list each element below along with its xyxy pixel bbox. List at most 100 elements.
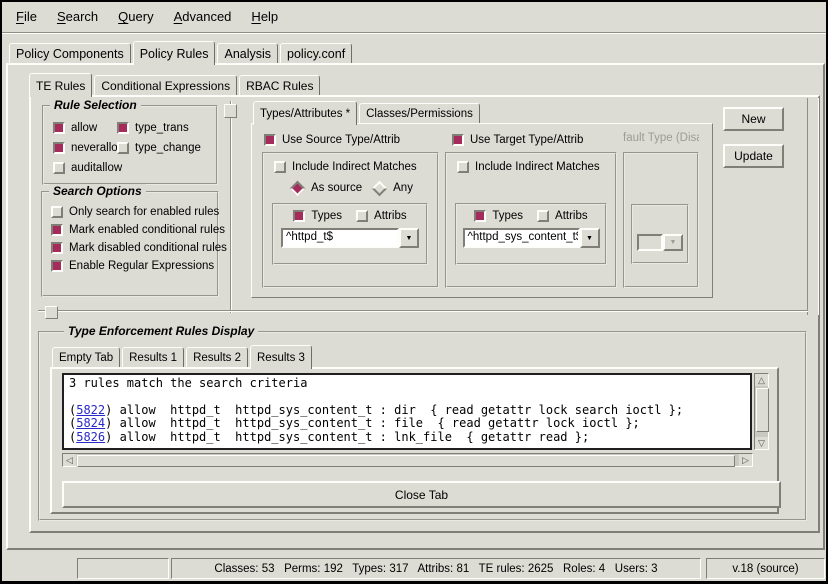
- scroll-up-button[interactable]: △: [755, 374, 768, 386]
- target-type-combobox[interactable]: ^httpd_sys_content_t$ ▼: [463, 228, 600, 248]
- radio-label: Any: [393, 182, 413, 194]
- tab-types-attributes[interactable]: Types/Attributes *: [253, 101, 357, 125]
- tab-policy-conf[interactable]: policy.conf: [280, 43, 352, 63]
- checkbox-indicator: [53, 122, 65, 134]
- checkbox-label: type_trans: [135, 122, 189, 134]
- radio-as-source[interactable]: As source: [290, 182, 362, 194]
- checkbox-label: auditallow: [71, 162, 122, 174]
- radio-any[interactable]: Any: [372, 182, 413, 194]
- pane-sash-horizontal-handle[interactable]: [45, 306, 58, 319]
- radio-label: As source: [311, 182, 362, 194]
- source-panel: Include Indirect Matches As source Any: [262, 152, 439, 288]
- update-button[interactable]: Update: [723, 144, 784, 168]
- scroll-right-button[interactable]: ▷: [739, 454, 752, 466]
- checkbox-label: Types: [311, 210, 342, 222]
- tab-policy-rules[interactable]: Policy Rules: [133, 41, 216, 65]
- rule-id-link[interactable]: 5822: [76, 403, 105, 417]
- tab-label: Classes/Permissions: [366, 108, 473, 120]
- rule-selection-group: Rule Selection allow neverallow auditall…: [42, 105, 218, 185]
- checkbox-enable-regex[interactable]: Enable Regular Expressions: [51, 260, 217, 272]
- checkbox-indicator: [51, 224, 63, 236]
- scroll-left-button[interactable]: ◁: [63, 454, 76, 466]
- checkbox-type-change[interactable]: type_change: [117, 142, 214, 154]
- checkbox-indicator: [117, 142, 129, 154]
- tab-results-2[interactable]: Results 2: [186, 347, 248, 367]
- rule-id-link[interactable]: 5826: [76, 430, 105, 444]
- result-rule-row: (5826) allow httpd_t httpd_sys_content_t…: [69, 431, 745, 445]
- combobox-arrow-button[interactable]: ▼: [399, 228, 419, 248]
- results-vertical-scrollbar[interactable]: △ ▽: [754, 373, 769, 450]
- combobox-value[interactable]: ^httpd_sys_content_t$: [463, 228, 580, 248]
- tab-rbac-rules[interactable]: RBAC Rules: [239, 75, 320, 95]
- checkbox-allow[interactable]: allow: [53, 122, 117, 134]
- tab-label: Empty Tab: [59, 352, 113, 364]
- rule-id-link[interactable]: 5824: [76, 416, 105, 430]
- tab-classes-permissions[interactable]: Classes/Permissions: [359, 103, 480, 123]
- results-textarea[interactable]: 3 rules match the search criteria (5822)…: [62, 373, 752, 450]
- checkbox-label: Mark enabled conditional rules: [69, 224, 225, 236]
- tab-conditional-expressions[interactable]: Conditional Expressions: [94, 75, 237, 95]
- tab-empty-tab[interactable]: Empty Tab: [52, 347, 120, 367]
- checkbox-label: Attribs: [555, 210, 588, 222]
- menu-help[interactable]: Help: [241, 5, 288, 28]
- tab-results-3[interactable]: Results 3: [250, 345, 312, 369]
- checkbox-indicator: [457, 161, 469, 173]
- menubar-separator: [2, 32, 826, 34]
- combobox-value[interactable]: ^httpd_t$: [281, 228, 399, 248]
- menu-advanced[interactable]: Advanced: [164, 5, 242, 28]
- pane-sash-horizontal: [38, 310, 808, 312]
- checkbox-use-target-type[interactable]: Use Target Type/Attrib: [452, 134, 583, 146]
- checkbox-label: allow: [71, 122, 97, 134]
- chevron-down-icon: ▼: [670, 239, 677, 246]
- checkbox-indicator: [474, 210, 486, 222]
- tab-label: Policy Components: [16, 47, 124, 61]
- tab-label: Analysis: [224, 47, 271, 61]
- tab-policy-components[interactable]: Policy Components: [9, 43, 131, 63]
- scroll-down-button[interactable]: ▽: [755, 437, 768, 449]
- scrollbar-thumb[interactable]: [77, 455, 735, 467]
- tab-te-rules[interactable]: TE Rules: [29, 73, 92, 97]
- results-horizontal-scrollbar[interactable]: ◁ ▷: [62, 453, 753, 467]
- combobox-arrow-button[interactable]: ▼: [580, 228, 600, 248]
- tab-analysis[interactable]: Analysis: [217, 43, 278, 63]
- scroll-up-icon: △: [758, 375, 765, 386]
- source-type-combobox[interactable]: ^httpd_t$ ▼: [281, 228, 419, 248]
- checkbox-source-indirect[interactable]: Include Indirect Matches: [274, 161, 417, 173]
- checkbox-source-types[interactable]: Types: [293, 210, 342, 222]
- checkbox-mark-enabled-conditional[interactable]: Mark enabled conditional rules: [51, 224, 217, 236]
- tab-results-1[interactable]: Results 1: [122, 347, 184, 367]
- target-types-panel: Types Attribs ^httpd_sys_content_t$ ▼: [455, 203, 607, 265]
- search-options-group: Search Options Only search for enabled r…: [41, 191, 219, 297]
- scroll-down-icon: ▽: [758, 438, 765, 449]
- pane-sash-vertical-handle[interactable]: [224, 104, 237, 118]
- checkbox-source-attribs[interactable]: Attribs: [356, 210, 407, 222]
- checkbox-target-attribs[interactable]: Attribs: [537, 210, 588, 222]
- checkbox-mark-disabled-conditional[interactable]: Mark disabled conditional rules: [51, 242, 217, 254]
- status-version: v.18 (source): [706, 558, 825, 579]
- scrollbar-thumb[interactable]: [756, 388, 769, 432]
- menu-file[interactable]: File: [6, 5, 47, 28]
- scroll-left-icon: ◁: [66, 455, 73, 466]
- default-type-label: fault Type (Disa: [623, 132, 699, 144]
- checkbox-type-trans[interactable]: type_trans: [117, 122, 214, 134]
- vertical-scroll-strip[interactable]: [807, 98, 819, 315]
- checkbox-use-source-type[interactable]: Use Source Type/Attrib: [264, 134, 400, 146]
- menu-query[interactable]: Query: [108, 5, 163, 28]
- menu-search[interactable]: Search: [47, 5, 108, 28]
- checkbox-only-enabled-rules[interactable]: Only search for enabled rules: [51, 206, 217, 218]
- pane-sash-vertical: [230, 101, 232, 313]
- checkbox-target-types[interactable]: Types: [474, 210, 523, 222]
- checkbox-neverallow[interactable]: neverallow: [53, 142, 117, 154]
- checkbox-indicator: [51, 260, 63, 272]
- status-left-box: [77, 558, 169, 579]
- result-rule-row: (5824) allow httpd_t httpd_sys_content_t…: [69, 417, 745, 431]
- new-button[interactable]: New: [723, 107, 784, 131]
- close-tab-button[interactable]: Close Tab: [62, 481, 781, 508]
- results-summary: 3 rules match the search criteria: [69, 377, 745, 391]
- status-stats: Classes: 53 Perms: 192 Types: 317 Attrib…: [171, 558, 701, 579]
- checkbox-target-indirect[interactable]: Include Indirect Matches: [457, 161, 600, 173]
- radio-indicator: [290, 180, 306, 196]
- default-type-combobox: ▼: [637, 234, 683, 251]
- checkbox-auditallow[interactable]: auditallow: [53, 162, 117, 174]
- checkbox-label: Enable Regular Expressions: [69, 260, 214, 272]
